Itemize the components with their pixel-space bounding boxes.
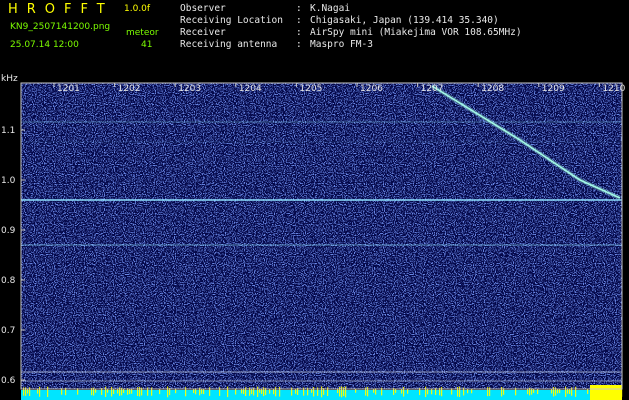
level-peak bbox=[107, 389, 109, 393]
level-peak bbox=[459, 386, 461, 398]
freq-tick-label: 0.7 bbox=[1, 326, 15, 336]
level-peak bbox=[575, 386, 577, 397]
time-tick-label: 1202 bbox=[118, 84, 141, 94]
time-tick-label: 1208 bbox=[481, 84, 504, 94]
level-peak bbox=[337, 389, 339, 394]
level-peak bbox=[241, 389, 243, 394]
level-peak bbox=[457, 386, 459, 397]
freq-tick-label: 1.0 bbox=[1, 176, 16, 186]
plot-noise bbox=[21, 83, 622, 389]
level-peak bbox=[275, 387, 277, 397]
time-tick-label: 1203 bbox=[178, 84, 201, 94]
level-peak bbox=[345, 386, 347, 398]
time-tick-label: 1209 bbox=[542, 84, 565, 94]
level-peak bbox=[39, 386, 41, 397]
level-peak bbox=[341, 386, 343, 398]
level-peak bbox=[95, 389, 97, 393]
level-peak bbox=[295, 388, 297, 394]
level-peak bbox=[227, 386, 229, 398]
level-peak bbox=[123, 389, 125, 394]
level-peak bbox=[565, 386, 567, 397]
freq-tick-label: 0.9 bbox=[1, 226, 16, 236]
level-peak bbox=[471, 389, 473, 394]
level-peak bbox=[339, 387, 341, 397]
level-peak bbox=[47, 386, 49, 398]
level-peak bbox=[311, 389, 313, 393]
level-peak bbox=[257, 386, 259, 397]
level-peak-block bbox=[590, 385, 622, 400]
level-peak bbox=[279, 386, 281, 397]
spectrogram: 1201 1202 1203 1204 1205 1206 1207 1208 1209 1210… bbox=[1, 82, 626, 400]
level-peak bbox=[105, 386, 107, 397]
level-peak bbox=[27, 389, 29, 394]
level-peak bbox=[401, 388, 403, 394]
level-peak bbox=[355, 389, 357, 393]
time-tick-label: 1204 bbox=[239, 84, 262, 94]
time-tick-label: 1201 bbox=[57, 84, 80, 94]
level-peak bbox=[395, 389, 397, 393]
time-tick-label: 1206 bbox=[360, 84, 383, 94]
level-peak bbox=[407, 388, 409, 394]
freq-tick-label: 1.1 bbox=[1, 126, 15, 136]
level-peak bbox=[269, 388, 271, 394]
level-peak bbox=[553, 387, 555, 397]
time-tick-label: 1207 bbox=[421, 84, 444, 94]
level-peak bbox=[259, 389, 261, 393]
freq-tick-label: 0.6 bbox=[1, 376, 16, 386]
level-peak bbox=[559, 389, 561, 394]
level-peak bbox=[425, 386, 427, 398]
level-peak bbox=[533, 389, 535, 393]
level-peak bbox=[313, 387, 315, 397]
level-peak bbox=[111, 387, 113, 397]
level-peak bbox=[321, 386, 323, 398]
freq-tick-label: 0.8 bbox=[1, 276, 16, 286]
level-peak bbox=[467, 389, 469, 394]
level-peak bbox=[501, 387, 503, 397]
time-tick-label: 1205 bbox=[299, 84, 322, 94]
level-peak bbox=[139, 387, 141, 397]
level-peak bbox=[403, 386, 405, 397]
level-peak bbox=[193, 389, 195, 394]
level-peak bbox=[551, 389, 553, 394]
level-peak bbox=[175, 389, 177, 394]
level-peak bbox=[373, 389, 375, 393]
level-peak bbox=[131, 388, 133, 394]
level-peak bbox=[167, 386, 169, 398]
level-peak bbox=[567, 388, 569, 394]
level-peak bbox=[37, 388, 39, 394]
level-peak bbox=[201, 388, 203, 394]
level-peak bbox=[557, 389, 559, 394]
level-peak bbox=[117, 388, 119, 394]
level-peak bbox=[367, 387, 369, 397]
